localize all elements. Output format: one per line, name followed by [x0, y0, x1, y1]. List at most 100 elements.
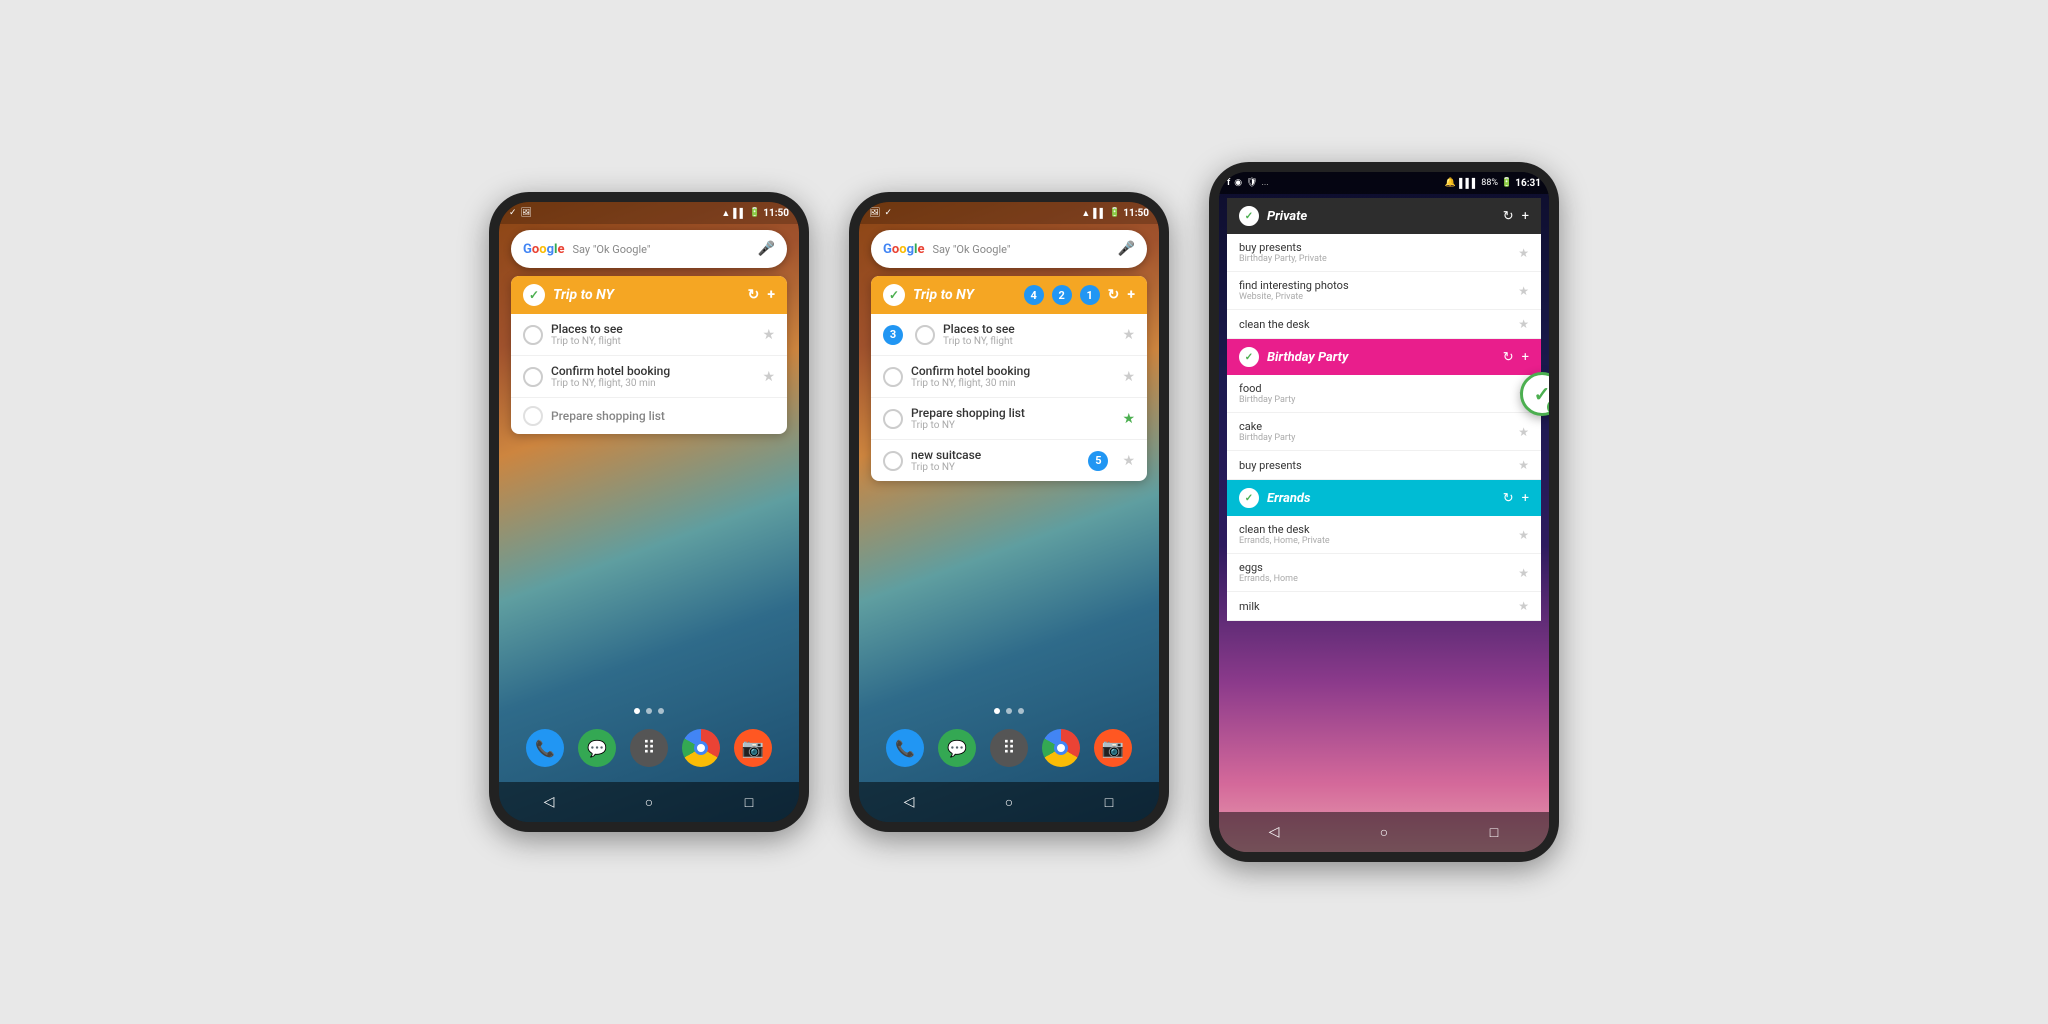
recents-btn-2[interactable]: □: [1094, 787, 1124, 817]
item-checkbox-2-2[interactable]: [883, 367, 903, 387]
back-btn-2[interactable]: ◁: [894, 787, 924, 817]
item-title-1-3: Prepare shopping list: [551, 409, 775, 423]
item-title-1-1: Places to see: [551, 322, 754, 336]
errands-item-1-tags: Errands, Home, Private: [1239, 536, 1510, 546]
add-btn-2[interactable]: +: [1127, 287, 1135, 303]
mic-icon-1[interactable]: 🎤: [758, 241, 775, 257]
back-btn-1[interactable]: ◁: [534, 787, 564, 817]
star-icon-2-3[interactable]: ★: [1122, 411, 1135, 427]
add-btn-1[interactable]: +: [767, 287, 775, 303]
widget-item-2-3[interactable]: Prepare shopping list Trip to NY ★: [871, 398, 1147, 440]
errands-add[interactable]: +: [1522, 491, 1529, 506]
section-errands[interactable]: ✓ Errands ↻ +: [1227, 480, 1541, 516]
item-checkbox-1-1[interactable]: [523, 325, 543, 345]
item-checkbox-2-3[interactable]: [883, 409, 903, 429]
widget-2: ✓ Trip to NY 4 2 1 ↻ + 3: [871, 276, 1147, 481]
dock-chrome-2[interactable]: [1042, 729, 1080, 767]
widget-title-1: Trip to NY: [553, 287, 740, 303]
mic-icon-2[interactable]: 🎤: [1118, 241, 1135, 257]
private-refresh[interactable]: ↻: [1503, 209, 1514, 224]
dock-chrome-1[interactable]: [682, 729, 720, 767]
home-btn-1[interactable]: ○: [634, 787, 664, 817]
widget-item-1-1[interactable]: Places to see Trip to NY, flight ★: [511, 314, 787, 356]
birthday-item-2[interactable]: cake Birthday Party ★: [1227, 413, 1541, 451]
private-item-1[interactable]: buy presents Birthday Party, Private ★: [1227, 234, 1541, 272]
status-icons-left-2: 🖼 ✓: [869, 208, 892, 218]
private-item-1-star[interactable]: ★: [1518, 246, 1529, 260]
battery-icon-2: 🔋: [1109, 208, 1120, 218]
dock-camera-1[interactable]: 📷: [734, 729, 772, 767]
dock-hangouts-1[interactable]: 💬: [578, 729, 616, 767]
widget-item-2-2[interactable]: Confirm hotel booking Trip to NY, flight…: [871, 356, 1147, 398]
widget-check-icon-1: ✓: [523, 284, 545, 306]
signal-icon-3: ▌▌▌: [1459, 178, 1478, 189]
item-checkbox-1-2[interactable]: [523, 367, 543, 387]
widget-item-2-4[interactable]: new suitcase Trip to NY 5 ★: [871, 440, 1147, 481]
errands-item-3-star[interactable]: ★: [1518, 599, 1529, 613]
google-search-bar-1[interactable]: Google Say "Ok Google" 🎤: [511, 230, 787, 268]
dock-camera-2[interactable]: 📷: [1094, 729, 1132, 767]
home-btn-3[interactable]: ○: [1369, 817, 1399, 847]
star-icon-2-2[interactable]: ★: [1122, 369, 1135, 385]
errands-item-2-star[interactable]: ★: [1518, 566, 1529, 580]
private-add[interactable]: +: [1522, 209, 1529, 224]
errands-item-3[interactable]: milk ★: [1227, 592, 1541, 621]
birthday-item-2-star[interactable]: ★: [1518, 425, 1529, 439]
errands-item-1-star[interactable]: ★: [1518, 528, 1529, 542]
errands-refresh[interactable]: ↻: [1503, 491, 1514, 506]
birthday-item-1[interactable]: food Birthday Party ★: [1227, 375, 1541, 413]
star-icon-1-1[interactable]: ★: [762, 327, 775, 343]
dock-hangouts-2[interactable]: 💬: [938, 729, 976, 767]
birthday-item-3-star[interactable]: ★: [1518, 458, 1529, 472]
private-title: Private: [1267, 209, 1495, 224]
image-icon-2: 🖼: [869, 208, 880, 218]
private-item-2[interactable]: find interesting photos Website, Private…: [1227, 272, 1541, 310]
widget-1: ✓ Trip to NY ↻ + Places to see Trip to N…: [511, 276, 787, 434]
errands-item-2-name: eggs: [1239, 561, 1510, 574]
widget-item-1-3[interactable]: Prepare shopping list: [511, 398, 787, 434]
widget-item-1-2[interactable]: Confirm hotel booking Trip to NY, flight…: [511, 356, 787, 398]
birthday-item-3[interactable]: buy presents ★: [1227, 451, 1541, 480]
back-btn-3[interactable]: ◁: [1259, 817, 1289, 847]
birthday-refresh[interactable]: ↻: [1503, 350, 1514, 365]
star-icon-1-2[interactable]: ★: [762, 369, 775, 385]
image-icon: 🖼: [521, 208, 532, 218]
widget-actions-2: ↻ +: [1108, 287, 1135, 303]
recents-btn-3[interactable]: □: [1479, 817, 1509, 847]
widget-item-2-1[interactable]: 3 Places to see Trip to NY, flight ★: [871, 314, 1147, 356]
star-icon-2-1[interactable]: ★: [1122, 327, 1135, 343]
private-item-2-name: find interesting photos: [1239, 279, 1510, 292]
google-search-bar-2[interactable]: Google Say "Ok Google" 🎤: [871, 230, 1147, 268]
birthday-add[interactable]: +: [1522, 350, 1529, 365]
item-checkbox-1-3[interactable]: [523, 406, 543, 426]
private-item-3-star[interactable]: ★: [1518, 317, 1529, 331]
home-btn-2[interactable]: ○: [994, 787, 1024, 817]
star-icon-2-4[interactable]: ★: [1122, 453, 1135, 469]
refresh-btn-2[interactable]: ↻: [1108, 287, 1120, 303]
item-title-2-4: new suitcase: [911, 448, 1080, 462]
status-right-3: 🔔 ▌▌▌ 88% 🔋 16:31: [1445, 178, 1541, 189]
dock-phone-1[interactable]: 📞: [526, 729, 564, 767]
dot-2-3: [1018, 708, 1024, 714]
section-birthday[interactable]: ✓ Birthday Party ↻ +: [1227, 339, 1541, 375]
status-icons-right-1: ▲ ▌▌ 🔋 11:50: [721, 208, 789, 219]
dot-2-2: [1006, 708, 1012, 714]
dock-launcher-2[interactable]: ⠿: [990, 729, 1028, 767]
badge-2: 2: [1052, 285, 1072, 305]
recents-btn-1[interactable]: □: [734, 787, 764, 817]
status-bar-2: 🖼 ✓ ▲ ▌▌ 🔋 11:50: [859, 202, 1159, 224]
check-icon-2: ✓: [884, 208, 892, 218]
item-checkbox-2-1[interactable]: [915, 325, 935, 345]
refresh-btn-1[interactable]: ↻: [748, 287, 760, 303]
section-private[interactable]: ✓ Private ↻ +: [1227, 198, 1541, 234]
dock-phone-2[interactable]: 📞: [886, 729, 924, 767]
errands-item-2[interactable]: eggs Errands, Home ★: [1227, 554, 1541, 592]
circle-icon: ◉: [1234, 178, 1242, 188]
private-item-3[interactable]: clean the desk ★: [1227, 310, 1541, 339]
private-item-2-star[interactable]: ★: [1518, 284, 1529, 298]
dock-launcher-1[interactable]: ⠿: [630, 729, 668, 767]
item-checkbox-2-4[interactable]: [883, 451, 903, 471]
item-subtitle-2-4: Trip to NY: [911, 462, 1080, 473]
google-placeholder-1: Say "Ok Google": [572, 243, 757, 256]
errands-item-1[interactable]: clean the desk Errands, Home, Private ★: [1227, 516, 1541, 554]
